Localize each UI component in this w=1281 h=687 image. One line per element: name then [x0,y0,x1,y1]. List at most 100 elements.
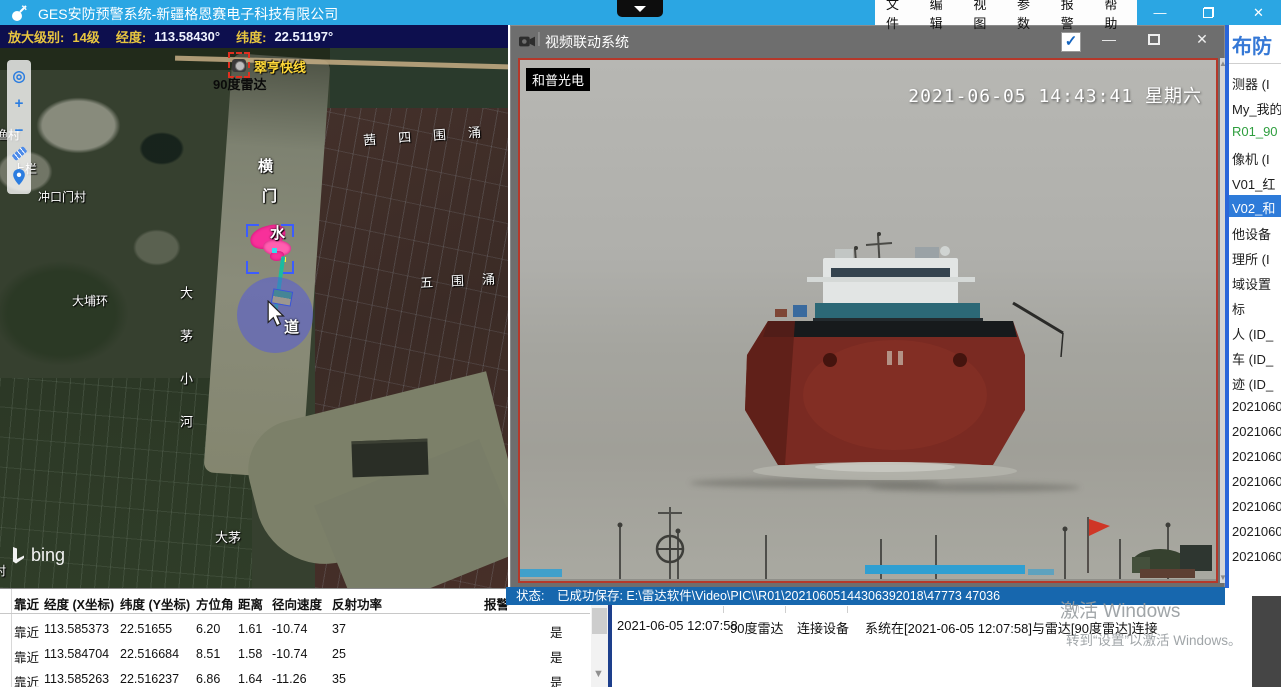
tree-item-record[interactable]: 2021060 [1232,399,1281,414]
table-scrollbar[interactable]: ▼ [591,604,608,687]
tree-item-v02-selected[interactable]: V02_和 [1232,198,1275,217]
table-cell[interactable]: 22.51655 [120,622,172,636]
tree-item-record[interactable]: 2021060 [1232,499,1281,514]
map-label-chongkoumencun: 冲口门村 [38,188,86,205]
video-link-checkbox[interactable]: ✓ [1061,32,1081,52]
divider [11,589,12,687]
table-cell[interactable]: -11.26 [272,672,307,686]
tree-item-other-devices[interactable]: 他设备 [1232,224,1271,243]
window-restore-button[interactable] [1188,0,1228,25]
tree-item-coords[interactable]: 标 [1232,299,1245,318]
divider [1229,63,1281,64]
table-cell[interactable]: 35 [332,672,346,686]
map-label-hengmen-3: 水 [270,222,285,243]
table-cell[interactable]: 靠近 [14,672,39,687]
table-cell[interactable]: 6.20 [196,622,220,636]
window-minimize-button[interactable]: — [1140,0,1180,25]
latitude-label: 纬度: [236,27,266,46]
col-header-longitude[interactable]: 经度 (X坐标) [44,594,114,613]
video-feed[interactable]: 和普光电 2021-06-05 14:43:41 星期六 [518,58,1218,583]
table-cell[interactable]: 1.64 [238,672,262,686]
satellite-map[interactable]: 渔村 上栏 冲口门村 大埔环 大茅小河 横 门 水 道 茜四围涌 五围涌 大茅 … [0,48,508,588]
table-cell[interactable]: 1.61 [238,622,262,636]
map-label-damao: 大茅 [215,527,241,546]
map-label-hengmen-4: 道 [284,316,299,337]
table-cell[interactable]: 靠近 [14,647,39,666]
table-cell[interactable]: 是 [550,622,563,641]
windows-activation-watermark-hint: 转到“设置”以激活 Windows。 [1066,629,1242,649]
webcam-icon [232,59,246,72]
table-cell[interactable]: 37 [332,622,346,636]
separator: | [537,30,541,47]
table-cell[interactable]: 113.585373 [44,622,109,636]
table-cell[interactable]: 113.585263 [44,672,109,686]
table-cell[interactable]: 22.516237 [120,672,179,686]
log-time[interactable]: 2021-06-05 12:07:58 [617,618,738,633]
window-close-button[interactable]: ✕ [1236,0,1281,25]
col-header-approach[interactable]: 靠近 [14,594,39,613]
table-cell[interactable]: 113.584704 [44,647,109,661]
map-label-damaoxiaohe: 大茅小河 [176,286,195,458]
divider [723,606,724,613]
locate-icon[interactable]: ◎ [12,69,25,84]
track-dot-cyan [272,248,277,253]
scroll-down-icon[interactable]: ▼ [593,668,604,680]
col-header-radial-speed[interactable]: 径向速度 [272,594,322,613]
tree-item-r01-radar[interactable]: R01_90 [1232,124,1278,139]
scrollbar-thumb[interactable] [592,608,607,634]
tree-item-area-settings[interactable]: 域设置 [1232,274,1271,293]
table-cell[interactable]: 是 [550,647,563,666]
table-cell[interactable]: -10.74 [272,647,307,661]
title-bar: GES安防预警系统-新疆格恩赛电子科技有限公司 文件 编辑 视图 参数 报警 帮… [0,0,1281,25]
menu-view[interactable]: 视图 [962,0,1006,32]
tree-item-record[interactable]: 2021060 [1232,424,1281,439]
menu-alarm[interactable]: 报警 [1050,0,1094,32]
tree-item-record[interactable]: 2021060 [1232,449,1281,464]
tree-item-vehicle[interactable]: 车 (ID_ [1232,349,1273,368]
menu-help[interactable]: 帮助 [1093,0,1137,32]
page-title: GES安防预警系统-新疆格恩赛电子科技有限公司 [38,4,338,24]
map-toolbar: ◎ + − [7,60,31,194]
menu-params[interactable]: 参数 [1006,0,1050,32]
titlebar-dropdown-button[interactable] [617,0,663,17]
col-header-reflect-power[interactable]: 反射功率 [332,594,382,613]
longitude-label: 经度: [116,27,146,46]
table-cell[interactable]: 22.516684 [120,647,179,661]
col-header-distance[interactable]: 距离 [238,594,263,613]
map-dark-barge [351,439,428,478]
tree-item-track[interactable]: 迹 (ID_ [1232,374,1273,393]
video-maximize-button[interactable] [1141,28,1167,50]
app-logo-icon [9,3,29,23]
table-cell[interactable]: 6.86 [196,672,220,686]
tree-item-record[interactable]: 2021060 [1232,474,1281,489]
table-cell[interactable]: -10.74 [272,622,307,636]
menu-file[interactable]: 文件 [875,0,919,32]
tree-item-record[interactable]: 2021060 [1232,524,1281,539]
table-cell[interactable]: 25 [332,647,346,661]
tree-item-record[interactable]: 2021060 [1232,549,1281,564]
col-header-latitude[interactable]: 纬度 (Y坐标) [120,594,190,613]
menu-edit[interactable]: 编辑 [919,0,963,32]
map-pin-icon[interactable] [13,169,25,185]
tree-item-person[interactable]: 人 (ID_ [1232,324,1273,343]
table-cell[interactable]: 是 [550,672,563,687]
video-timestamp-overlay: 2021-06-05 14:43:41 星期六 [908,82,1202,108]
tree-item-my-radar[interactable]: My_我的 [1232,99,1281,118]
tree-item-v01[interactable]: V01_红 [1232,174,1275,193]
tree-item-detector[interactable]: 测器 (I [1232,74,1270,93]
channel-name-overlay: 和普光电 [526,68,590,91]
tree-item-office[interactable]: 理所 (I [1232,249,1270,268]
bing-logo: bing [12,545,65,566]
table-cell[interactable]: 靠近 [14,622,39,641]
zoom-out-icon[interactable]: − [15,123,24,138]
col-header-azimuth[interactable]: 方位角 [196,594,234,613]
measure-ruler-icon[interactable] [11,146,27,161]
video-close-button[interactable]: ✕ [1189,28,1215,50]
tree-item-cameras[interactable]: 像机 (I [1232,149,1270,168]
table-cell[interactable]: 8.51 [196,647,220,661]
zoom-level-label: 放大级别: [8,27,64,46]
log-device[interactable]: 90度雷达 [730,618,783,637]
zoom-in-icon[interactable]: + [15,96,24,111]
table-cell[interactable]: 1.58 [238,647,262,661]
log-event[interactable]: 连接设备 [797,618,849,637]
